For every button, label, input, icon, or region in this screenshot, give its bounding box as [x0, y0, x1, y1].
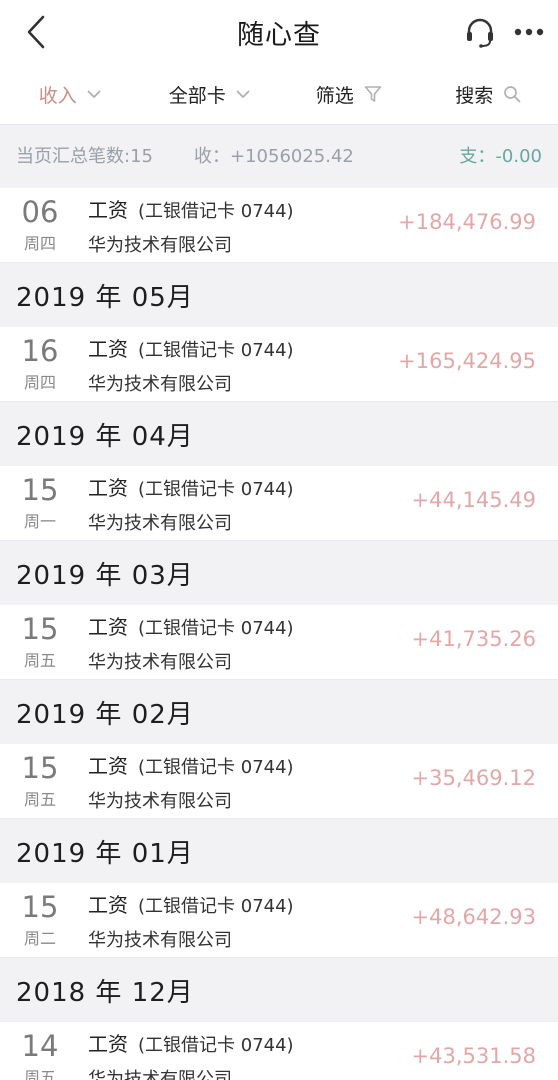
record-weekday: 周四: [23, 373, 56, 392]
record-weekday: 周二: [23, 929, 56, 948]
month-header: 2018 年 12月: [0, 958, 558, 1022]
record-card: (工银借记卡 0744): [138, 478, 294, 500]
month-header: 2019 年 03月: [0, 541, 558, 605]
record-weekday: 周五: [23, 651, 56, 670]
record-type: 工资: [88, 336, 128, 361]
record-day: 16: [21, 334, 59, 368]
record-company: 华为技术有限公司: [88, 234, 232, 256]
filter-screen-label: 筛选: [315, 84, 354, 107]
page-title: 随心查: [237, 19, 321, 51]
funnel-icon: [364, 85, 382, 103]
record-amount: +184,476.99: [398, 210, 536, 234]
app-root: 随心查 收入 全部卡 筛选 搜索 当页汇总笔数:15 收：+1056025.42…: [0, 0, 558, 1080]
record-day: 14: [21, 1029, 59, 1063]
transaction-list: 06 周四 工资 (工银借记卡 0744) 华为技术有限公司 +184,476.…: [0, 188, 558, 1080]
more-dots-icon[interactable]: [514, 28, 544, 36]
record-amount: +48,642.93: [411, 905, 536, 929]
filter-income[interactable]: 收入: [0, 81, 140, 108]
transaction-row[interactable]: 06 周四 工资 (工银借记卡 0744) 华为技术有限公司 +184,476.…: [0, 188, 558, 263]
record-date: 15 周五: [0, 752, 80, 810]
transaction-row[interactable]: 16 周四 工资 (工银借记卡 0744) 华为技术有限公司 +165,424.…: [0, 327, 558, 402]
record-type: 工资: [88, 475, 128, 500]
summary-bar: 当页汇总笔数:15 收：+1056025.42 支：-0.00: [0, 125, 558, 185]
month-header: 2019 年 01月: [0, 819, 558, 883]
record-type: 工资: [88, 197, 128, 222]
record-amount: +44,145.49: [411, 488, 536, 512]
summary-count: 当页汇总笔数:15: [16, 146, 153, 167]
header-actions: [464, 12, 544, 52]
record-company: 华为技术有限公司: [88, 929, 232, 951]
record-card: (工银借记卡 0744): [138, 756, 294, 778]
summary-expense: 支：-0.00: [459, 146, 542, 167]
filter-all-cards-label: 全部卡: [168, 84, 226, 107]
filter-income-label: 收入: [38, 84, 77, 107]
record-date: 14 周五: [0, 1030, 80, 1080]
record-weekday: 周五: [23, 1068, 56, 1080]
filter-search[interactable]: 搜索: [419, 81, 558, 108]
record-day: 06: [21, 195, 59, 229]
record-weekday: 周一: [23, 512, 56, 531]
transaction-row[interactable]: 15 周五 工资 (工银借记卡 0744) 华为技术有限公司 +41,735.2…: [0, 605, 558, 680]
record-amount: +35,469.12: [411, 766, 536, 790]
month-header: 2019 年 02月: [0, 680, 558, 744]
record-company: 华为技术有限公司: [88, 790, 232, 812]
chevron-down-icon: [87, 89, 101, 99]
top-bar: 随心查: [0, 0, 558, 64]
record-date: 15 周五: [0, 613, 80, 671]
record-type: 工资: [88, 1031, 128, 1056]
transaction-row[interactable]: 15 周一 工资 (工银借记卡 0744) 华为技术有限公司 +44,145.4…: [0, 466, 558, 541]
record-card: (工银借记卡 0744): [138, 895, 294, 917]
summary-income: 收：+1056025.42: [194, 146, 354, 167]
transaction-row[interactable]: 15 周五 工资 (工银借记卡 0744) 华为技术有限公司 +35,469.1…: [0, 744, 558, 819]
chevron-left-icon: [26, 15, 46, 49]
filter-bar: 收入 全部卡 筛选 搜索: [0, 64, 558, 125]
record-type: 工资: [88, 753, 128, 778]
filter-screen[interactable]: 筛选: [279, 81, 419, 108]
record-date: 15 周二: [0, 891, 80, 949]
record-day: 15: [21, 890, 59, 924]
record-card: (工银借记卡 0744): [138, 617, 294, 639]
record-company: 华为技术有限公司: [88, 373, 232, 395]
record-card: (工银借记卡 0744): [138, 1034, 294, 1056]
record-date: 06 周四: [0, 196, 80, 254]
search-icon: [503, 85, 521, 103]
record-amount: +165,424.95: [398, 349, 536, 373]
filter-all-cards[interactable]: 全部卡: [140, 81, 280, 108]
record-day: 15: [21, 473, 59, 507]
record-weekday: 周四: [23, 234, 56, 253]
month-header: 2019 年 04月: [0, 402, 558, 466]
headset-icon[interactable]: [464, 16, 496, 48]
record-date: 15 周一: [0, 474, 80, 532]
record-day: 15: [21, 612, 59, 646]
record-type: 工资: [88, 614, 128, 639]
chevron-down-icon: [236, 89, 250, 99]
filter-search-label: 搜索: [455, 84, 494, 107]
record-amount: +43,531.58: [411, 1044, 536, 1068]
record-weekday: 周五: [23, 790, 56, 809]
record-day: 15: [21, 751, 59, 785]
record-card: (工银借记卡 0744): [138, 200, 294, 222]
record-type: 工资: [88, 892, 128, 917]
record-card: (工银借记卡 0744): [138, 339, 294, 361]
transaction-row[interactable]: 14 周五 工资 (工银借记卡 0744) 华为技术有限公司 +43,531.5…: [0, 1022, 558, 1080]
record-date: 16 周四: [0, 335, 80, 393]
record-company: 华为技术有限公司: [88, 512, 232, 534]
record-company: 华为技术有限公司: [88, 651, 232, 673]
transaction-row[interactable]: 15 周二 工资 (工银借记卡 0744) 华为技术有限公司 +48,642.9…: [0, 883, 558, 958]
record-amount: +41,735.26: [411, 627, 536, 651]
back-button[interactable]: [14, 10, 58, 54]
month-header: 2019 年 05月: [0, 263, 558, 327]
